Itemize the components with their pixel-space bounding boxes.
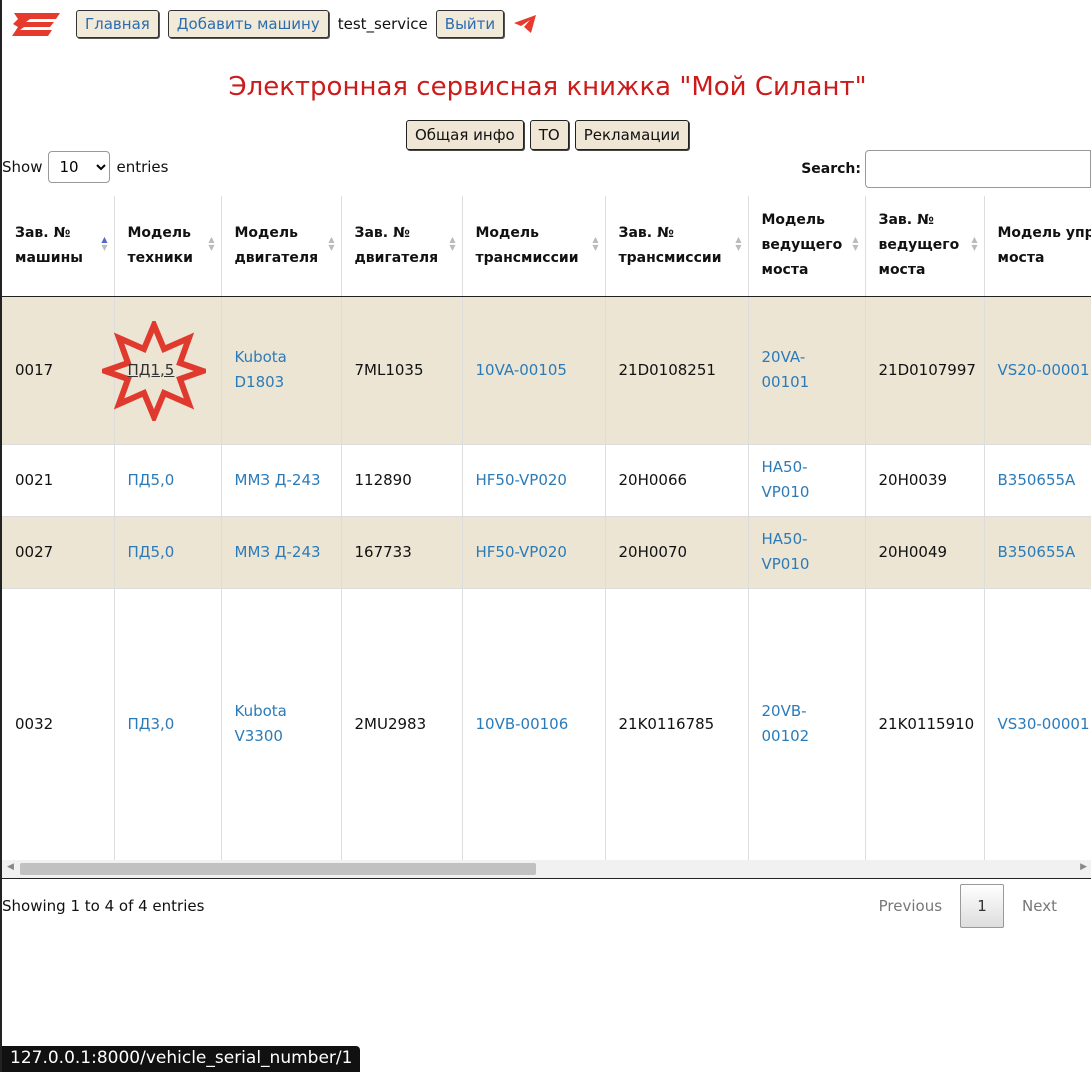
cell-transmission-model[interactable]: HF50-VP020 — [462, 443, 606, 516]
cell-transmission-model[interactable]: 10VA-00105 — [462, 295, 606, 444]
top-nav: Главная Добавить машину test_service Вый… — [10, 8, 537, 40]
cell-transmission-serial: 20H0066 — [605, 443, 749, 516]
cell-steer-axle-model[interactable]: VS20-00001 — [984, 295, 1091, 444]
tab-maintenance[interactable]: ТО — [529, 120, 569, 150]
cell-drive-axle-serial: 20H0049 — [865, 515, 985, 588]
page-title: Электронная сервисная книжка "Мой Силант… — [228, 72, 867, 102]
table-row: 0032 ПД3,0 Kubota V3300 2MU2983 10VB-001… — [2, 587, 1091, 860]
cell-transmission-model[interactable]: HF50-VP020 — [462, 515, 606, 588]
header-engine-serial[interactable]: Зав. № двигателя ▲ ▼ — [341, 196, 463, 297]
entries-label: entries — [116, 158, 169, 176]
table-search: Search: — [801, 150, 1091, 188]
sort-icon: ▲ ▼ — [852, 235, 859, 252]
cell-steer-axle-model[interactable]: B350655A — [984, 515, 1091, 588]
cell-engine-serial: 7ML1035 — [341, 295, 463, 444]
header-engine-model[interactable]: Модель двигателя ▲ ▼ — [221, 196, 342, 297]
horizontal-scrollbar[interactable]: ◀ ▶ — [2, 860, 1091, 879]
logout-button[interactable]: Выйти — [435, 10, 505, 38]
sort-icon: ▲ ▼ — [735, 235, 742, 252]
sort-icon: ▲ ▼ — [328, 235, 335, 252]
silant-logo-icon[interactable] — [10, 10, 64, 38]
page-1-button[interactable]: 1 — [960, 884, 1005, 928]
header-transmission-model[interactable]: Модель трансмиссии ▲ ▼ — [462, 196, 606, 297]
cell-drive-axle-model[interactable]: 20VB-00102 — [748, 587, 866, 860]
tab-general-info[interactable]: Общая инфо — [405, 120, 524, 150]
table-info: Showing 1 to 4 of 4 entries — [2, 897, 205, 915]
cell-vehicle-model[interactable]: ПД5,0 — [114, 515, 222, 588]
sort-icon: ▲ ▼ — [592, 235, 599, 252]
sort-icon: ▲ ▼ — [208, 235, 215, 252]
cell-engine-model[interactable]: Kubota D1803 — [221, 295, 342, 444]
cell-engine-model[interactable]: ММЗ Д-243 — [221, 515, 342, 588]
username-label: test_service — [337, 15, 428, 33]
vehicles-table-wrapper: Зав. № машины ▲ ▼ Модель техники ▲ ▼ Модель … — [2, 196, 1091, 860]
cell-steer-axle-model[interactable]: B350655A — [984, 443, 1091, 516]
table-row: 0017 ПД1,5 Kubota D1803 7ML1035 10VA-001… — [2, 295, 1091, 444]
cell-drive-axle-model[interactable]: HA50-VP010 — [748, 515, 866, 588]
cell-vehicle-model[interactable]: ПД3,0 — [114, 587, 222, 860]
cell-drive-axle-model[interactable]: 20VA-00101 — [748, 295, 866, 444]
add-vehicle-button[interactable]: Добавить машину — [167, 10, 329, 38]
cell-vehicle-serial: 0032 — [2, 587, 115, 860]
sort-asc-icon: ▲ ▼ — [101, 235, 108, 252]
scrollbar-thumb[interactable] — [20, 863, 536, 875]
header-drive-axle-model[interactable]: Модель ведущего моста ▲ ▼ — [748, 196, 866, 297]
cell-transmission-serial: 20H0070 — [605, 515, 749, 588]
cell-engine-serial: 2MU2983 — [341, 587, 463, 860]
search-input[interactable] — [865, 150, 1091, 188]
cell-transmission-model[interactable]: 10VB-00106 — [462, 587, 606, 860]
cell-transmission-serial: 21D0108251 — [605, 295, 749, 444]
entries-length: Show 10 entries — [2, 151, 168, 183]
cell-engine-model[interactable]: Kubota V3300 — [221, 587, 342, 860]
cell-vehicle-serial: 0027 — [2, 515, 115, 588]
sort-icon: ▲ ▼ — [449, 235, 456, 252]
previous-button[interactable]: Previous — [861, 897, 960, 915]
tab-claims[interactable]: Рекламации — [574, 120, 690, 150]
cell-engine-serial: 167733 — [341, 515, 463, 588]
table-row: 0021 ПД5,0 ММЗ Д-243 112890 HF50-VP020 2… — [2, 443, 1091, 516]
header-vehicle-model[interactable]: Модель техники ▲ ▼ — [114, 196, 222, 297]
cell-steer-axle-model[interactable]: VS30-00001 — [984, 587, 1091, 860]
header-steer-axle-model[interactable]: Модель управляемого моста▲▼ — [984, 196, 1091, 297]
cell-engine-model[interactable]: ММЗ Д-243 — [221, 443, 342, 516]
scroll-right-icon[interactable]: ▶ — [1080, 862, 1087, 872]
cell-drive-axle-serial: 21K0115910 — [865, 587, 985, 860]
cell-drive-axle-serial: 21D0107997 — [865, 295, 985, 444]
telegram-icon[interactable] — [513, 14, 537, 34]
table-row: 0027 ПД5,0 ММЗ Д-243 167733 HF50-VP020 2… — [2, 515, 1091, 588]
cell-drive-axle-serial: 20H0039 — [865, 443, 985, 516]
next-button[interactable]: Next — [1004, 897, 1075, 915]
status-bar-url: 127.0.0.1:8000/vehicle_serial_number/1 — [2, 1046, 361, 1072]
cell-drive-axle-model[interactable]: HA50-VP010 — [748, 443, 866, 516]
cell-vehicle-model: ПД1,5 — [101, 295, 222, 444]
show-label: Show — [2, 158, 43, 176]
header-drive-axle-serial[interactable]: Зав. № ведущего моста ▲ ▼ — [865, 196, 985, 297]
cell-vehicle-serial: 0017 — [2, 295, 115, 444]
vehicles-table: Зав. № машины ▲ ▼ Модель техники ▲ ▼ Модель … — [2, 196, 1091, 860]
search-label: Search: — [801, 161, 861, 177]
section-tabs: Общая инфо ТО Рекламации — [2, 120, 1091, 150]
cell-vehicle-serial: 0021 — [2, 443, 115, 516]
header-vehicle-serial[interactable]: Зав. № машины ▲ ▼ — [2, 196, 115, 297]
pagination: Previous 1 Next — [861, 884, 1075, 928]
vehicle-model-link[interactable]: ПД1,5 — [128, 361, 175, 379]
table-header-row: Зав. № машины ▲ ▼ Модель техники ▲ ▼ Модель … — [2, 196, 1091, 297]
cell-engine-serial: 112890 — [341, 443, 463, 516]
home-button[interactable]: Главная — [76, 10, 159, 38]
cell-vehicle-model[interactable]: ПД5,0 — [114, 443, 222, 516]
sort-icon: ▲ ▼ — [971, 235, 978, 252]
scroll-left-icon[interactable]: ◀ — [7, 862, 14, 872]
entries-select[interactable]: 10 — [48, 151, 111, 183]
header-transmission-serial[interactable]: Зав. № трансмиссии ▲ ▼ — [605, 196, 749, 297]
cell-transmission-serial: 21K0116785 — [605, 587, 749, 860]
